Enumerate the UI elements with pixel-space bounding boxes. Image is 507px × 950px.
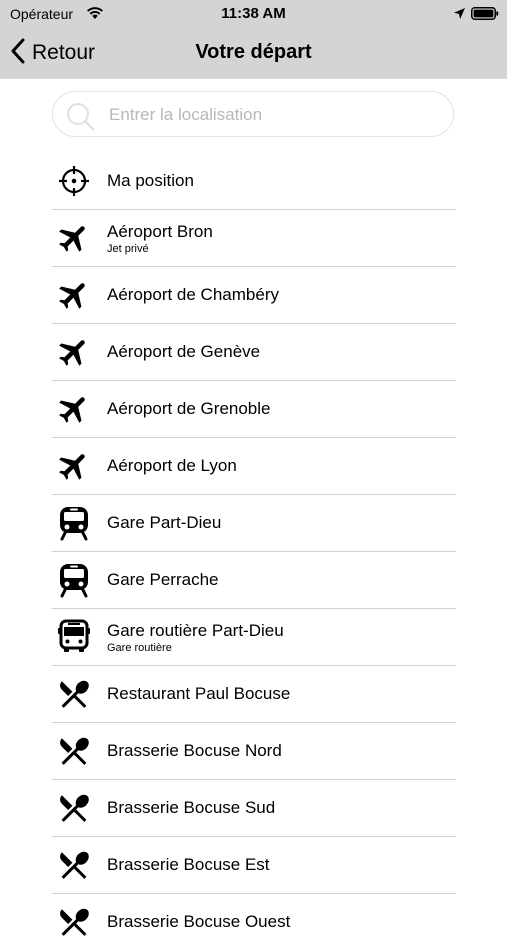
location-title: Gare Perrache <box>107 570 219 589</box>
location-title: Aéroport de Grenoble <box>107 399 271 418</box>
location-text: Gare Part-Dieu <box>107 495 221 551</box>
location-list-item[interactable]: Brasserie Bocuse Ouest <box>52 894 456 950</box>
location-list-item[interactable]: Ma position <box>52 153 456 210</box>
airplane-icon <box>56 334 92 370</box>
navigation-bar: Retour Votre départ <box>0 30 507 79</box>
location-title: Restaurant Paul Bocuse <box>107 684 291 703</box>
train-icon <box>56 562 92 598</box>
location-title: Brasserie Bocuse Nord <box>107 741 282 760</box>
location-text: Brasserie Bocuse Sud <box>107 780 275 836</box>
search-icon <box>65 101 95 136</box>
restaurant-icon <box>56 847 92 883</box>
location-title: Brasserie Bocuse Sud <box>107 798 276 817</box>
location-title: Aéroport de Genève <box>107 342 261 361</box>
location-title: Gare routière Part-Dieu <box>107 620 284 640</box>
location-title: Aéroport de Chambéry <box>107 285 279 304</box>
location-list-item[interactable]: Aéroport de Genève <box>52 324 456 381</box>
location-text: Aéroport de Genève <box>107 324 260 380</box>
status-time: 11:38 AM <box>221 5 286 22</box>
location-list-item[interactable]: Aéroport de Grenoble <box>52 381 456 438</box>
location-title: Aéroport Bron <box>107 221 213 241</box>
battery-icon <box>471 7 499 25</box>
location-text: Aéroport Bron Jet privé <box>107 210 213 266</box>
location-subtitle: Jet privé <box>107 242 149 255</box>
airplane-icon <box>56 448 92 484</box>
location-arrow-icon <box>453 7 466 25</box>
location-list-item[interactable]: Brasserie Bocuse Nord <box>52 723 456 780</box>
header: Opérateur 11:38 AM Retour Votre départ <box>0 0 507 79</box>
location-list-item[interactable]: Gare Part-Dieu <box>52 495 456 552</box>
location-title: Brasserie Bocuse Est <box>107 855 270 874</box>
restaurant-icon <box>56 904 92 940</box>
location-text: Brasserie Bocuse Nord <box>107 723 282 779</box>
location-title: Aéroport de Lyon <box>107 456 237 475</box>
location-text: Aéroport de Lyon <box>107 438 237 494</box>
location-list-item[interactable]: Gare routière Part-Dieu Gare routière <box>52 609 456 666</box>
restaurant-icon <box>56 733 92 769</box>
train-icon <box>56 505 92 541</box>
location-text: Brasserie Bocuse Ouest <box>107 894 290 950</box>
location-text: Gare Perrache <box>107 552 219 608</box>
status-bar: Opérateur 11:38 AM <box>0 0 507 30</box>
location-list: Ma position Aéroport Bron Jet privé Aérop… <box>52 153 456 950</box>
location-text: Gare routière Part-Dieu Gare routière <box>107 609 284 665</box>
search-bar <box>52 91 454 137</box>
bus-icon <box>56 619 92 655</box>
airplane-icon <box>56 277 92 313</box>
location-title: Ma position <box>107 171 194 190</box>
location-subtitle: Gare routière <box>107 641 172 654</box>
search-input[interactable] <box>107 102 441 128</box>
restaurant-icon <box>56 676 92 712</box>
crosshair-icon <box>56 163 92 199</box>
page-title: Votre départ <box>195 41 312 63</box>
location-list-item[interactable]: Gare Perrache <box>52 552 456 609</box>
location-text: Brasserie Bocuse Est <box>107 837 270 893</box>
location-list-item[interactable]: Brasserie Bocuse Sud <box>52 780 456 837</box>
airplane-icon <box>56 391 92 427</box>
location-title: Gare Part-Dieu <box>107 513 222 532</box>
airplane-icon <box>56 220 92 256</box>
location-list-item[interactable]: Restaurant Paul Bocuse <box>52 666 456 723</box>
location-list-item[interactable]: Aéroport de Lyon <box>52 438 456 495</box>
location-text: Aéroport de Chambéry <box>107 267 279 323</box>
restaurant-icon <box>56 790 92 826</box>
location-title: Brasserie Bocuse Ouest <box>107 912 291 931</box>
location-list-item[interactable]: Aéroport Bron Jet privé <box>52 210 456 267</box>
location-list-item[interactable]: Brasserie Bocuse Est <box>52 837 456 894</box>
location-list-item[interactable]: Aéroport de Chambéry <box>52 267 456 324</box>
location-text: Aéroport de Grenoble <box>107 381 271 437</box>
location-text: Ma position <box>107 153 194 209</box>
location-text: Restaurant Paul Bocuse <box>107 666 290 722</box>
